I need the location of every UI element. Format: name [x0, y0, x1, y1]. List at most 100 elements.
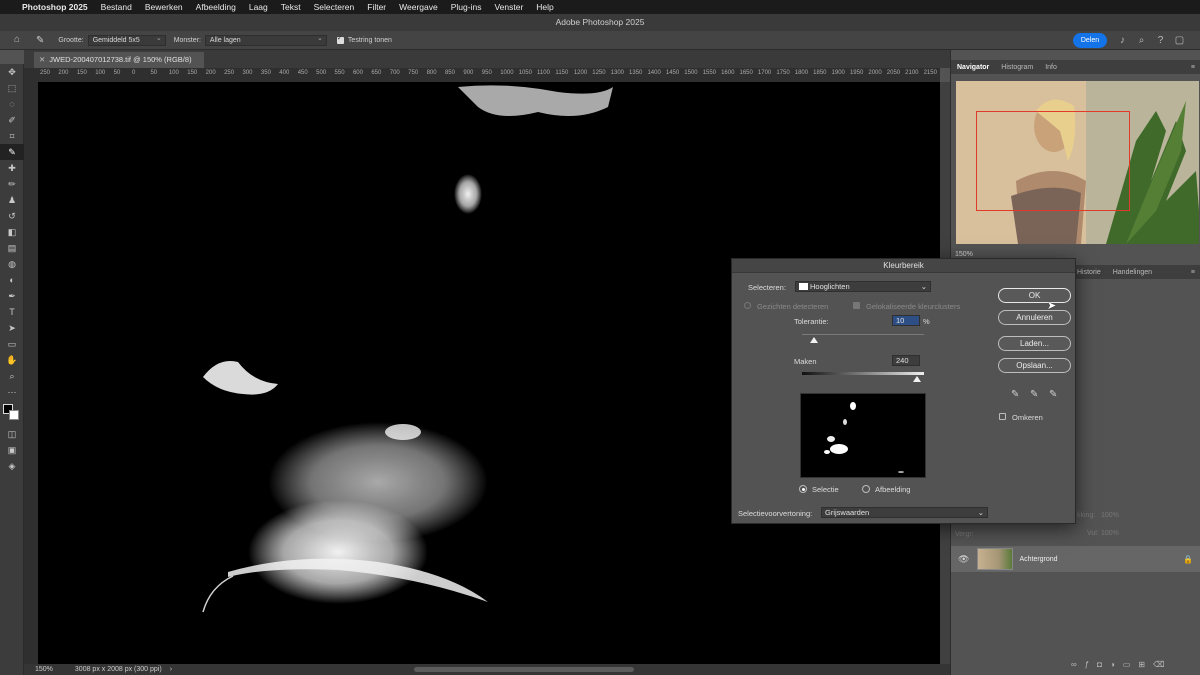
move-tool-icon[interactable]: ✥ [0, 64, 24, 80]
tolerance-input[interactable]: 10 [892, 315, 920, 326]
detect-faces-checkbox[interactable] [744, 302, 751, 309]
menu-filter[interactable]: Filter [367, 2, 386, 12]
layer-row[interactable]: 👁 Achtergrond 🔒 [951, 546, 1200, 572]
navigator-thumbnail[interactable] [956, 81, 1199, 244]
status-menu-icon[interactable]: › [170, 666, 172, 673]
eyedropper-tool-icon[interactable]: ✎ [0, 144, 24, 160]
lasso-tool-icon[interactable]: ◌ [0, 96, 24, 112]
home-icon[interactable]: ⌂ [10, 33, 24, 47]
workspace-icon[interactable]: ▢ [1173, 34, 1186, 47]
eraser-tool-icon[interactable]: ◧ [0, 224, 24, 240]
load-button[interactable]: Laden... [998, 336, 1071, 351]
crop-tool-icon[interactable]: ⌗ [0, 128, 24, 144]
menu-venster[interactable]: Venster [494, 2, 523, 12]
new-layer-icon[interactable]: ⊞ [1138, 660, 1153, 669]
save-button[interactable]: Opslaan... [998, 358, 1071, 373]
layer-lock-icon[interactable]: 🔒 [1183, 555, 1193, 564]
size-dropdown[interactable]: Gemiddeld 5x5 [87, 34, 166, 46]
fx-icon[interactable]: ƒ [1085, 660, 1097, 669]
range-slider-thumb[interactable] [912, 376, 921, 382]
gradient-tool-icon[interactable]: ▤ [0, 240, 24, 256]
tolerance-slider-thumb[interactable] [810, 337, 819, 343]
share-button[interactable]: Delen [1073, 33, 1107, 48]
opacity-value[interactable]: 100% [1101, 512, 1119, 519]
localized-checkbox[interactable] [853, 302, 860, 309]
panel-menu-icon[interactable]: ≡ [1191, 64, 1195, 71]
quick-select-tool-icon[interactable]: ✐ [0, 112, 24, 128]
path-select-tool-icon[interactable]: ➤ [0, 320, 24, 336]
range-slider-track[interactable] [802, 372, 924, 375]
help-icon[interactable]: ? [1154, 34, 1167, 47]
color-swatches-icon[interactable] [0, 400, 24, 426]
image-radio[interactable] [862, 485, 870, 493]
eyedropper-plus-icon[interactable]: ✎ [1030, 389, 1038, 400]
visibility-eye-icon[interactable]: 👁 [958, 554, 969, 565]
close-tab-icon[interactable]: ✕ [39, 55, 45, 64]
eyedropper-minus-icon[interactable]: ✎ [1049, 389, 1057, 400]
cancel-button[interactable]: Annuleren [998, 310, 1071, 325]
eyedropper-icon[interactable]: ✎ [1011, 389, 1019, 400]
history-menu-icon[interactable]: ≡ [1191, 269, 1195, 276]
range-input[interactable]: 240 [892, 355, 920, 366]
navigator-zoom[interactable]: 150% [955, 251, 973, 258]
tolerance-slider-track[interactable] [802, 334, 924, 335]
horizontal-scrollbar[interactable] [414, 667, 634, 672]
more-tools-icon[interactable]: ⋯ [0, 384, 24, 400]
tab-histogram[interactable]: Histogram [995, 64, 1039, 71]
invert-checkbox[interactable] [999, 413, 1006, 420]
menu-weergave[interactable]: Weergave [399, 2, 438, 12]
layers-footer: ∞ƒ◘◑▭⊞⌫ [1071, 660, 1172, 669]
healing-tool-icon[interactable]: ✚ [0, 160, 24, 176]
search-icon[interactable]: ⌕ [1135, 34, 1148, 47]
menu-help[interactable]: Help [536, 2, 553, 12]
background-color[interactable] [9, 410, 19, 420]
menu-plugins[interactable]: Plug-ins [451, 2, 482, 12]
menu-afbeelding[interactable]: Afbeelding [196, 2, 236, 12]
navigator-view-box[interactable] [976, 111, 1130, 211]
brush-tool-icon[interactable]: ✏ [0, 176, 24, 192]
sample-dropdown[interactable]: Alle lagen [204, 34, 327, 46]
document-info[interactable]: 3008 px x 2008 px (300 ppi) [75, 666, 162, 673]
menu-tekst[interactable]: Tekst [281, 2, 301, 12]
layer-thumbnail [977, 548, 1014, 570]
quick-mask-icon[interactable]: ◫ [0, 426, 24, 442]
blur-tool-icon[interactable]: ◍ [0, 256, 24, 272]
ok-button[interactable]: OK [998, 288, 1071, 303]
menu-bestand[interactable]: Bestand [101, 2, 132, 12]
adjustment-icon[interactable]: ◑ [1110, 660, 1123, 669]
selection-radio[interactable] [799, 485, 807, 493]
pen-tool-icon[interactable]: ✒ [0, 288, 24, 304]
bell-icon[interactable]: ♪ [1116, 34, 1129, 47]
shape-tool-icon[interactable]: ▭ [0, 336, 24, 352]
menu-bewerken[interactable]: Bewerken [145, 2, 183, 12]
select-dropdown[interactable]: Hooglichten ⌄ [795, 281, 931, 292]
zoom-level[interactable]: 150% [35, 666, 53, 673]
marquee-tool-icon[interactable]: ⬚ [0, 80, 24, 96]
group-icon[interactable]: ▭ [1123, 660, 1139, 669]
type-tool-icon[interactable]: T [0, 304, 24, 320]
mask-icon[interactable]: ◘ [1097, 660, 1110, 669]
eyedropper-tool-icon[interactable]: ✎ [36, 35, 44, 46]
link-layers-icon[interactable]: ∞ [1071, 660, 1085, 669]
document-tab[interactable]: ✕ JWED-200407012738.tif @ 150% (RGB/8) [34, 52, 204, 68]
show-ring-checkbox[interactable] [336, 34, 344, 44]
dodge-tool-icon[interactable]: ◐ [0, 272, 24, 288]
delete-layer-icon[interactable]: ⌫ [1153, 660, 1172, 669]
tab-history[interactable]: Historie [1071, 269, 1107, 276]
zoom-tool-icon[interactable]: ⌕ [0, 368, 24, 384]
vertical-ruler [24, 68, 38, 664]
tab-actions[interactable]: Handelingen [1107, 269, 1158, 276]
screen-mode-icon[interactable]: ▣ [0, 442, 24, 458]
select-swatch [799, 283, 808, 290]
clone-stamp-tool-icon[interactable]: ♟ [0, 192, 24, 208]
preview-mode-dropdown[interactable]: Grijswaarden ⌄ [821, 507, 988, 518]
history-brush-tool-icon[interactable]: ↺ [0, 208, 24, 224]
hand-tool-icon[interactable]: ✋ [0, 352, 24, 368]
tab-info[interactable]: Info [1039, 64, 1063, 71]
menu-selecteren[interactable]: Selecteren [314, 2, 355, 12]
content-credentials-icon[interactable]: ◈ [0, 458, 24, 474]
menu-laag[interactable]: Laag [249, 2, 268, 12]
tab-navigator[interactable]: Navigator [951, 64, 995, 71]
fill-value[interactable]: 100% [1101, 530, 1119, 537]
menu-app[interactable]: Photoshop 2025 [22, 2, 88, 12]
